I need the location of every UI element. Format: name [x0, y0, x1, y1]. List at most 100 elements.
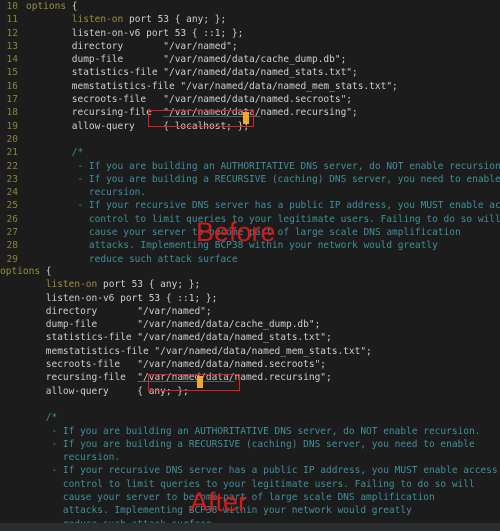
- code-line[interactable]: cause your server to become part of larg…: [0, 491, 500, 504]
- code-line[interactable]: - If you are building an AUTHORITATIVE D…: [0, 425, 500, 438]
- code-line[interactable]: statistics-file "/var/named/data/named_s…: [0, 331, 500, 344]
- code-line[interactable]: 13 directory "/var/named";: [0, 40, 500, 53]
- code-token: named.recursing";: [260, 107, 358, 119]
- line-number: 16: [6, 80, 18, 92]
- code-line[interactable]: attacks. Implementing BCP38 within your …: [0, 504, 500, 517]
- code-token: port 53 { any; };: [123, 14, 227, 26]
- code-token: directory "/var/named";: [26, 40, 238, 52]
- code-line[interactable]: 15 statistics-file "/var/named/data/name…: [0, 66, 500, 79]
- code-token: dump-file "/var/named/data/cache_dump.db…: [0, 319, 321, 331]
- code-area-after[interactable]: options { listen-on port 53 { any; }; li…: [0, 265, 500, 523]
- code-line[interactable]: 29 reduce such attack surface: [0, 253, 500, 265]
- code-line[interactable]: 16 memstatistics-file "/var/named/data/n…: [0, 80, 500, 93]
- code-token: - If your recursive DNS server has a pub…: [0, 465, 498, 477]
- line-number: 29: [6, 253, 18, 265]
- code-token: dump-file "/var/named/data/cache_dump.db…: [26, 54, 347, 66]
- code-line[interactable]: memstatistics-file "/var/named/data/name…: [0, 345, 500, 358]
- code-token: recursing-file: [0, 372, 138, 384]
- code-line[interactable]: 14 dump-file "/var/named/data/cache_dump…: [0, 53, 500, 66]
- code-line[interactable]: 17 secroots-file "/var/named/data/named.…: [0, 93, 500, 106]
- code-line[interactable]: control to limit queries to your legitim…: [0, 478, 500, 491]
- code-line[interactable]: listen-on port 53 { any; };: [0, 278, 500, 291]
- line-number: 11: [6, 14, 18, 26]
- code-token: attacks. Implementing BCP38 within your …: [0, 505, 412, 517]
- code-line[interactable]: 23 - If you are building a RECURSIVE (ca…: [0, 173, 500, 186]
- code-token: control to limit queries to your legitim…: [26, 213, 500, 225]
- code-token: - If you are building a RECURSIVE (cachi…: [26, 173, 500, 185]
- code-line[interactable]: 20: [0, 133, 500, 146]
- editor-pane-before[interactable]: 10 options {11 listen-on port 53 { any; }…: [0, 0, 500, 265]
- code-token: allow-query { localhost; };: [26, 120, 250, 132]
- line-number: 25: [6, 200, 18, 212]
- code-line[interactable]: 11 listen-on port 53 { any; };: [0, 13, 500, 26]
- code-token: recursion.: [26, 187, 147, 199]
- editor-bottom-strip: [0, 523, 500, 531]
- code-line[interactable]: 18 recursing-file "/var/named/data/named…: [0, 106, 500, 119]
- line-number: 18: [6, 107, 18, 119]
- code-line[interactable]: allow-query { any; };: [0, 385, 500, 398]
- code-line[interactable]: 19 allow-query { localhost; };: [0, 120, 500, 133]
- line-number: 27: [6, 227, 18, 239]
- line-number: 28: [6, 240, 18, 252]
- code-line[interactable]: listen-on-v6 port 53 { ::1; };: [0, 292, 500, 305]
- code-token: statistics-file "/var/named/data/named_s…: [26, 67, 358, 79]
- code-line[interactable]: dump-file "/var/named/data/cache_dump.db…: [0, 318, 500, 331]
- code-line[interactable]: 21 /*: [0, 146, 500, 159]
- code-token: named.recursing";: [234, 372, 332, 384]
- code-token: attacks. Implementing BCP38 within your …: [26, 240, 438, 252]
- code-token: recursion.: [0, 452, 121, 464]
- code-token: listen-on-v6 port 53 { ::1; };: [26, 27, 244, 39]
- code-line[interactable]: options {: [0, 265, 500, 278]
- line-number: 19: [6, 120, 18, 132]
- code-token: statistics-file "/var/named/data/named_s…: [0, 332, 332, 344]
- code-line[interactable]: 10 options {: [0, 0, 500, 13]
- code-token: port 53 { any; };: [97, 279, 201, 291]
- code-token: /*: [0, 412, 58, 424]
- code-area-before[interactable]: 10 options {11 listen-on port 53 { any; }…: [0, 0, 500, 265]
- code-token: memstatistics-file "/var/named/data/name…: [0, 345, 372, 357]
- line-number: 21: [6, 147, 18, 159]
- code-token: /*: [26, 147, 84, 159]
- code-token: reduce such attack surface: [26, 253, 238, 265]
- code-line[interactable]: 12 listen-on-v6 port 53 { ::1; };: [0, 27, 500, 40]
- code-token: listen-on: [45, 279, 98, 291]
- code-token: "/var/named/data/: [137, 372, 235, 384]
- code-line[interactable]: [0, 398, 500, 411]
- code-editor[interactable]: 10 options {11 listen-on port 53 { any; }…: [0, 0, 500, 531]
- code-line[interactable]: recursion.: [0, 451, 500, 464]
- code-token: - If you are building an AUTHORITATIVE D…: [26, 160, 500, 172]
- code-line[interactable]: 25 - If your recursive DNS server has a …: [0, 199, 500, 212]
- code-line[interactable]: - If your recursive DNS server has a pub…: [0, 464, 500, 477]
- code-line[interactable]: - If you are building a RECURSIVE (cachi…: [0, 438, 500, 451]
- code-line[interactable]: 28 attacks. Implementing BCP38 within yo…: [0, 239, 500, 252]
- line-number: 22: [6, 160, 18, 172]
- code-token: directory "/var/named";: [0, 305, 212, 317]
- code-token: control to limit queries to your legitim…: [0, 478, 475, 490]
- code-token: cause your server to become part of larg…: [0, 492, 435, 504]
- code-line[interactable]: recursing-file "/var/named/data/named.re…: [0, 371, 500, 384]
- code-line[interactable]: secroots-file "/var/named/data/named.sec…: [0, 358, 500, 371]
- editor-pane-after[interactable]: options { listen-on port 53 { any; }; li…: [0, 265, 500, 523]
- code-token: memstatistics-file "/var/named/data/name…: [26, 80, 398, 92]
- code-line[interactable]: 24 recursion.: [0, 186, 500, 199]
- code-token: listen-on: [71, 14, 124, 26]
- code-token: listen-on-v6 port 53 { ::1; };: [0, 292, 218, 304]
- code-token: - If you are building a RECURSIVE (cachi…: [0, 438, 475, 450]
- code-line[interactable]: 27 cause your server to become part of l…: [0, 226, 500, 239]
- code-token: secroots-file "/var/named/data/named.sec…: [0, 359, 327, 371]
- code-line[interactable]: 22 - If you are building an AUTHORITATIV…: [0, 160, 500, 173]
- line-number: 10: [6, 1, 18, 12]
- code-line[interactable]: 26 control to limit queries to your legi…: [0, 213, 500, 226]
- code-token: options: [26, 1, 67, 12]
- line-number: 17: [6, 94, 18, 106]
- code-token: - If you are building an AUTHORITATIVE D…: [0, 425, 481, 437]
- code-token: {: [66, 1, 78, 12]
- line-number: 12: [6, 27, 18, 39]
- code-line[interactable]: /*: [0, 411, 500, 424]
- code-line[interactable]: directory "/var/named";: [0, 305, 500, 318]
- code-token: {: [40, 266, 52, 277]
- line-number: 20: [6, 133, 18, 145]
- code-token: "/var/named/data/: [163, 107, 261, 119]
